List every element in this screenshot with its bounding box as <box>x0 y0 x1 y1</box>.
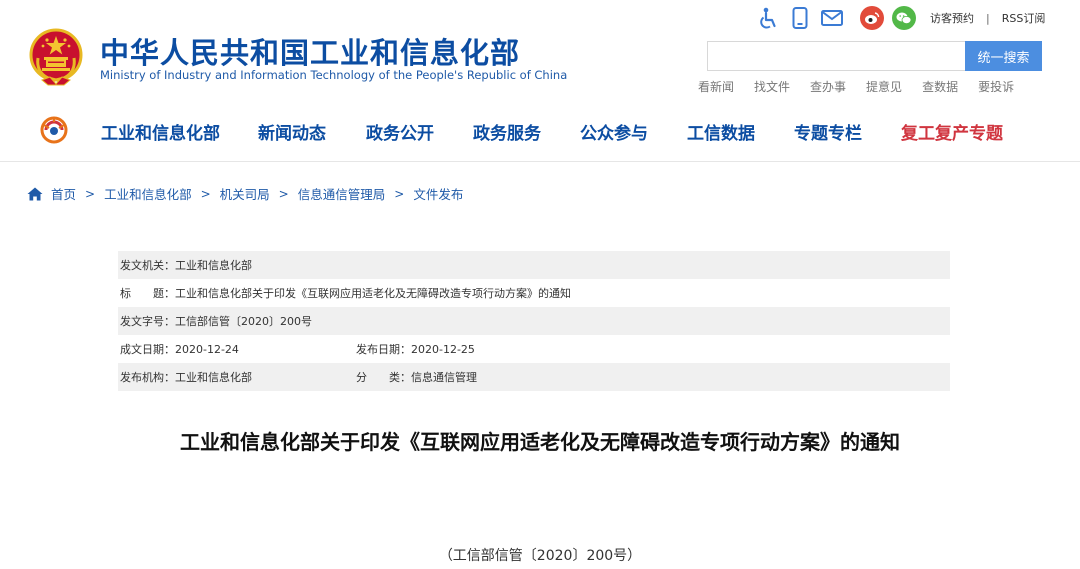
breadcrumb-departments[interactable]: 机关司局 <box>220 184 270 203</box>
search-button[interactable]: 统一搜索 <box>965 41 1042 71</box>
meta-cell-org: 发布机构： 工业和信息化部 <box>118 369 354 385</box>
quick-link-news[interactable]: 看新闻 <box>698 78 734 95</box>
meta-cell-published: 发布日期： 2020-12-25 <box>354 341 475 357</box>
meta-cell-category: 分 类： 信息通信管理 <box>354 369 477 385</box>
utility-bar: 访客预约 | RSS订阅 <box>756 6 1045 30</box>
nav-item-gov-services[interactable]: 政务服务 <box>473 119 541 144</box>
nav-item-ministry[interactable]: 工业和信息化部 <box>101 119 220 144</box>
meta-value-category: 信息通信管理 <box>411 371 477 384</box>
breadcrumb-documents[interactable]: 文件发布 <box>413 184 463 203</box>
nav-item-news[interactable]: 新闻动态 <box>258 119 326 144</box>
meta-label: 分 类： <box>356 371 411 384</box>
visitor-appointment-link[interactable]: 访客预约 <box>930 10 974 26</box>
nav-item-public-affairs[interactable]: 政务公开 <box>366 119 434 144</box>
document-number: （工信部信管〔2020〕200号） <box>438 548 642 564</box>
meta-label: 标 题： <box>120 287 175 300</box>
quick-links: 看新闻 找文件 查办事 提意见 查数据 要投诉 <box>698 78 1034 95</box>
chevron-right-icon: > <box>394 186 405 201</box>
national-emblem-icon[interactable] <box>28 28 84 86</box>
top-separator: | <box>986 11 990 25</box>
document-metadata-table: 发文机关： 工业和信息化部 标 题： 工业和信息化部关于印发《互联网应用适老化及… <box>118 251 950 391</box>
mobile-icon[interactable] <box>788 6 812 30</box>
meta-row-doc-number: 发文字号： 工信部信管〔2020〕200号 <box>118 307 950 335</box>
breadcrumb: 首页 > 工业和信息化部 > 机关司局 > 信息通信管理局 > 文件发布 <box>27 184 463 203</box>
chevron-right-icon: > <box>85 186 96 201</box>
nav-item-topics[interactable]: 专题专栏 <box>794 119 862 144</box>
quick-link-data[interactable]: 查数据 <box>922 78 958 95</box>
meta-row-title: 标 题： 工业和信息化部关于印发《互联网应用适老化及无障碍改造专项行动方案》的通… <box>118 279 950 307</box>
accessibility-icon[interactable] <box>756 6 780 30</box>
meta-label: 发文字号： <box>120 315 175 328</box>
meta-value-doc-number: 工信部信管〔2020〕200号 <box>175 315 312 328</box>
quick-link-files[interactable]: 找文件 <box>754 78 790 95</box>
breadcrumb-home[interactable]: 首页 <box>51 184 76 203</box>
ministry-logo-icon[interactable] <box>40 116 68 144</box>
meta-value-published: 2020-12-25 <box>411 342 475 356</box>
rss-link[interactable]: RSS订阅 <box>1002 10 1046 26</box>
meta-cell-created: 成文日期： 2020-12-24 <box>118 341 354 357</box>
site-title[interactable]: 中华人民共和国工业和信息化部 <box>100 30 520 72</box>
nav-item-resumption[interactable]: 复工复产专题 <box>901 119 1003 144</box>
breadcrumb-ministry[interactable]: 工业和信息化部 <box>104 184 192 203</box>
meta-row-dates: 成文日期： 2020-12-24 发布日期： 2020-12-25 <box>118 335 950 363</box>
site-subtitle: Ministry of Industry and Information Tec… <box>100 68 568 82</box>
mail-icon[interactable] <box>820 6 844 30</box>
chevron-right-icon: > <box>278 186 289 201</box>
weibo-icon[interactable] <box>860 6 884 30</box>
search-input[interactable] <box>707 41 965 71</box>
site-header: 中华人民共和国工业和信息化部 Ministry of Industry and … <box>0 0 1080 162</box>
quick-link-feedback[interactable]: 提意见 <box>866 78 902 95</box>
meta-row-org: 发布机构： 工业和信息化部 分 类： 信息通信管理 <box>118 363 950 391</box>
meta-row-issuer: 发文机关： 工业和信息化部 <box>118 251 950 279</box>
quick-link-services[interactable]: 查办事 <box>810 78 846 95</box>
meta-value-title: 工业和信息化部关于印发《互联网应用适老化及无障碍改造专项行动方案》的通知 <box>175 287 571 300</box>
nav-item-public-participation[interactable]: 公众参与 <box>580 119 648 144</box>
document-title: 工业和信息化部关于印发《互联网应用适老化及无障碍改造专项行动方案》的通知 <box>180 430 900 454</box>
meta-value-created: 2020-12-24 <box>175 342 239 356</box>
meta-label: 成文日期： <box>120 343 175 356</box>
meta-value-org: 工业和信息化部 <box>175 371 252 384</box>
wechat-icon[interactable] <box>892 6 916 30</box>
meta-label: 发布机构： <box>120 371 175 384</box>
chevron-right-icon: > <box>200 186 211 201</box>
meta-label: 发布日期： <box>356 343 411 356</box>
quick-link-complaint[interactable]: 要投诉 <box>978 78 1014 95</box>
meta-label: 发文机关： <box>120 259 175 272</box>
meta-value-issuer: 工业和信息化部 <box>175 259 252 272</box>
breadcrumb-bureau[interactable]: 信息通信管理局 <box>298 184 386 203</box>
home-icon[interactable] <box>27 187 43 201</box>
nav-item-data[interactable]: 工信数据 <box>687 119 755 144</box>
